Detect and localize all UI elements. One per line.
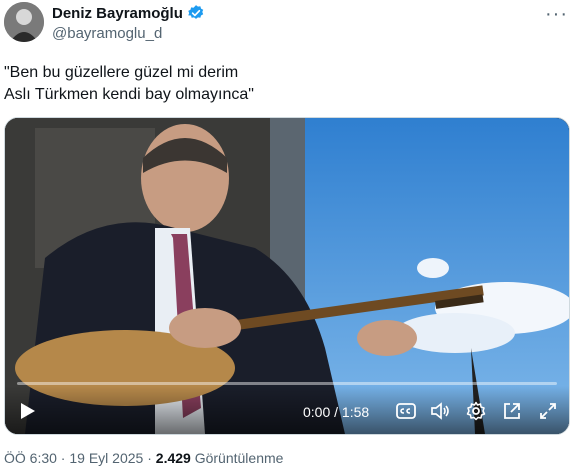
author-name-row: Deniz Bayramoğlu: [52, 4, 205, 22]
fullscreen-icon[interactable]: [537, 400, 559, 422]
tweet-line-1: "Ben bu güzellere güzel mi derim: [4, 64, 239, 81]
gear-icon[interactable]: [465, 400, 487, 422]
video-controls: 0:00 / 1:58: [5, 386, 569, 434]
time-separator: /: [330, 404, 342, 420]
more-options-icon[interactable]: ···: [545, 3, 568, 26]
views-label: Görüntülenme: [194, 450, 284, 466]
play-icon[interactable]: [17, 400, 39, 422]
time-total: 1:58: [341, 404, 370, 420]
progress-bar[interactable]: [17, 382, 557, 385]
tweet-date[interactable]: 19 Eyl 2025: [69, 450, 143, 466]
tweet-line-2: Aslı Türkmen kendi bay olmayınca": [4, 86, 254, 103]
popout-icon[interactable]: [501, 400, 523, 422]
volume-icon[interactable]: [429, 400, 451, 422]
tweet-time[interactable]: ÖÖ 6:30: [4, 450, 57, 466]
captions-icon[interactable]: [395, 400, 417, 422]
verified-badge-icon: [187, 4, 205, 22]
avatar[interactable]: [4, 2, 44, 42]
time-current: 0:00: [303, 404, 331, 420]
tweet-text: "Ben bu güzellere güzel mi derim Aslı Tü…: [4, 62, 544, 106]
video-time: 0:00 / 1:58: [303, 404, 369, 420]
tweet-meta: ÖÖ 6:30 · 19 Eyl 2025 · 2.429 Görüntülen…: [4, 450, 284, 466]
views-count: 2.429: [155, 450, 191, 466]
author-handle[interactable]: @bayramoglu_d: [52, 25, 162, 42]
video-player[interactable]: 0:00 / 1:58: [4, 117, 570, 435]
author-name[interactable]: Deniz Bayramoğlu: [52, 5, 183, 22]
